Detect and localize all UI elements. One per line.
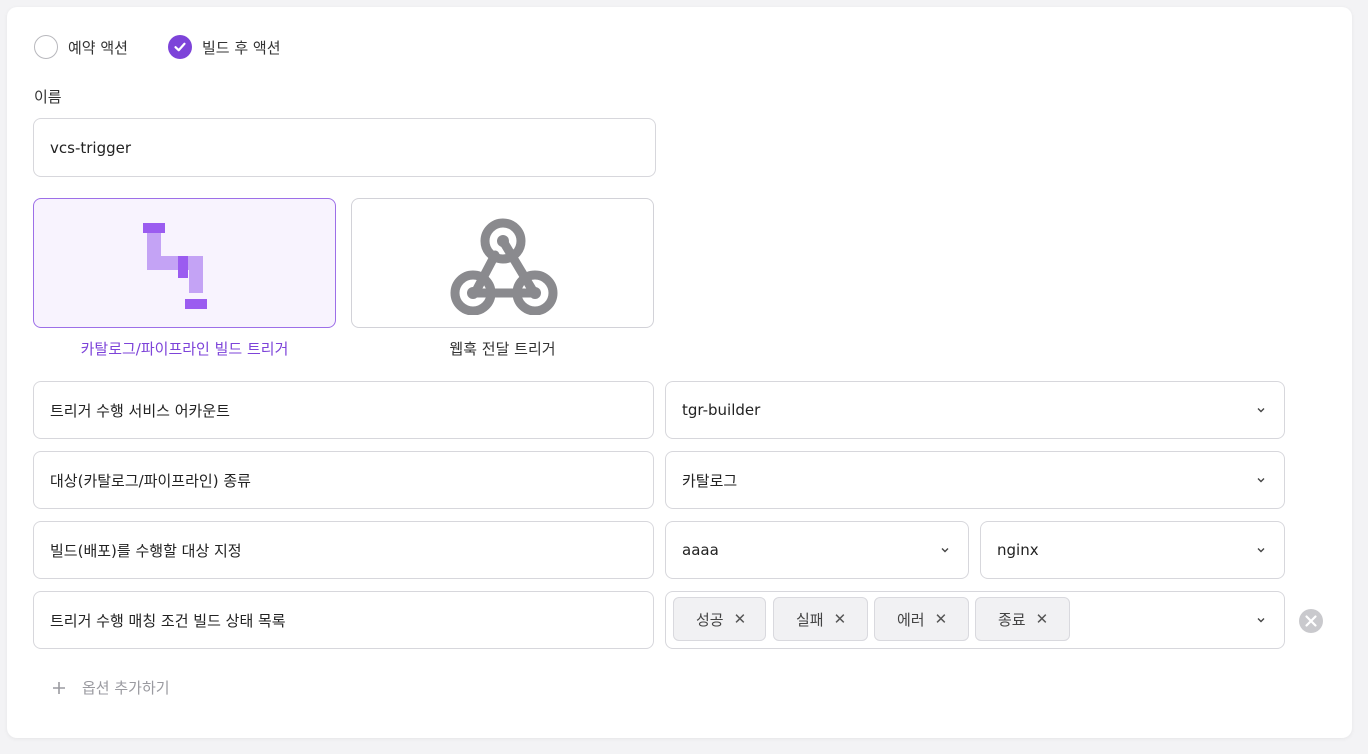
radio-unchecked-icon xyxy=(34,35,58,59)
target-kind-value: 카탈로그 xyxy=(682,471,738,490)
tile-pipeline-trigger[interactable] xyxy=(33,198,336,328)
service-account-value: tgr-builder xyxy=(682,401,761,419)
radio-label: 빌드 후 액션 xyxy=(202,38,281,57)
plus-icon xyxy=(53,681,65,694)
chevron-down-icon xyxy=(1257,548,1265,553)
chevron-down-icon xyxy=(1257,408,1265,413)
target-kind-select[interactable]: 카탈로그 xyxy=(665,451,1285,509)
status-chip: 에러 ✕ xyxy=(874,597,969,641)
pipeline-icon xyxy=(142,223,207,309)
status-chip: 성공 ✕ xyxy=(673,597,766,641)
name-label: 이름 xyxy=(34,88,62,106)
remove-chip-icon[interactable]: ✕ xyxy=(935,610,948,628)
status-list-label-field: 트리거 수행 매칭 조건 빌드 상태 목록 xyxy=(33,591,654,649)
chevron-down-icon xyxy=(1257,618,1265,623)
target-kind-label: 대상(카탈로그/파이프라인) 종류 xyxy=(50,471,251,490)
radio-label: 예약 액션 xyxy=(68,38,128,57)
add-option-label: 옵션 추가하기 xyxy=(82,679,170,697)
remove-chip-icon[interactable]: ✕ xyxy=(734,610,747,628)
tile-pipeline-label: 카탈로그/파이프라인 빌드 트리거 xyxy=(80,340,289,358)
status-multiselect[interactable]: 성공 ✕ 실패 ✕ 에러 ✕ 종료 ✕ xyxy=(665,591,1285,649)
chip-label: 성공 xyxy=(696,610,724,629)
service-account-select[interactable]: tgr-builder xyxy=(665,381,1285,439)
remove-row-icon[interactable] xyxy=(1298,608,1324,634)
build-target-item-select[interactable]: nginx xyxy=(980,521,1285,579)
chip-label: 종료 xyxy=(998,610,1026,629)
status-chip: 종료 ✕ xyxy=(975,597,1070,641)
add-option-button[interactable]: 옵션 추가하기 xyxy=(52,677,170,698)
build-target-label: 빌드(배포)를 수행할 대상 지정 xyxy=(50,541,242,560)
tile-webhook-label: 웹훅 전달 트리거 xyxy=(449,340,556,358)
chip-label: 에러 xyxy=(897,610,925,629)
service-account-label-field: 트리거 수행 서비스 어카운트 xyxy=(33,381,654,439)
build-target-catalog-select[interactable]: aaaa xyxy=(665,521,969,579)
remove-chip-icon[interactable]: ✕ xyxy=(834,610,847,628)
status-list-label: 트리거 수행 매칭 조건 빌드 상태 목록 xyxy=(50,611,286,630)
chip-label: 실패 xyxy=(796,610,824,629)
target-kind-label-field: 대상(카탈로그/파이프라인) 종류 xyxy=(33,451,654,509)
chevron-down-icon xyxy=(941,548,949,553)
check-circle-icon xyxy=(168,35,192,59)
name-input-value: vcs-trigger xyxy=(50,138,132,157)
build-target-catalog-value: aaaa xyxy=(682,541,719,559)
service-account-label: 트리거 수행 서비스 어카운트 xyxy=(50,401,230,420)
tile-webhook-trigger[interactable] xyxy=(351,198,654,328)
webhook-icon xyxy=(450,218,557,315)
name-input[interactable]: vcs-trigger xyxy=(33,118,656,177)
status-chip: 실패 ✕ xyxy=(773,597,868,641)
remove-chip-icon[interactable]: ✕ xyxy=(1036,610,1049,628)
build-target-item-value: nginx xyxy=(997,541,1039,559)
radio-post-build-action[interactable]: 빌드 후 액션 xyxy=(168,33,281,61)
build-target-label-field: 빌드(배포)를 수행할 대상 지정 xyxy=(33,521,654,579)
radio-scheduled-action[interactable]: 예약 액션 xyxy=(34,33,128,61)
chevron-down-icon xyxy=(1257,478,1265,483)
